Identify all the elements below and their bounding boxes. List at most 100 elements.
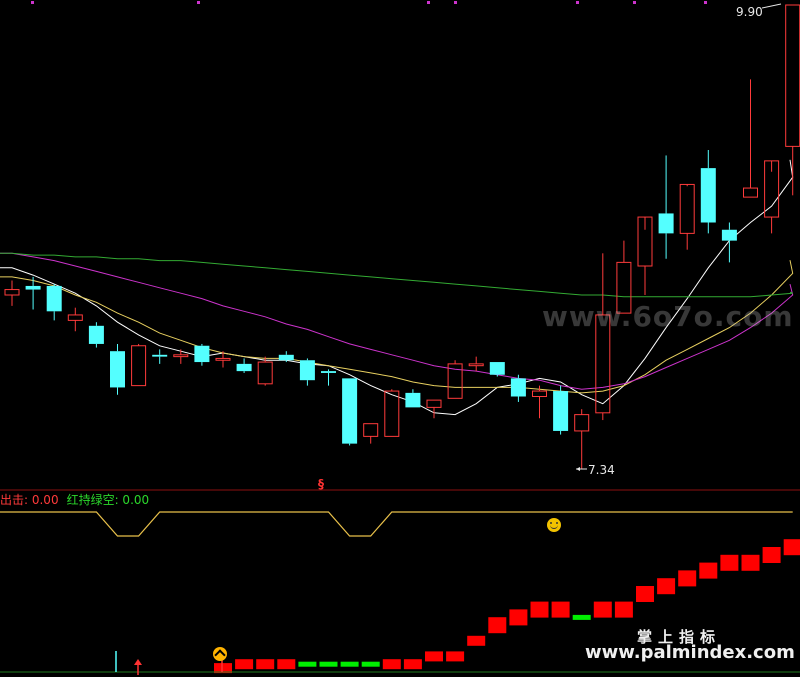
high-price-label: 9.90 [736, 5, 763, 19]
indicator-bar-18 [382, 659, 401, 670]
candle-body [405, 392, 421, 408]
candle-body [194, 345, 210, 363]
indicator-bar-29 [614, 601, 633, 618]
indicator-bar-14 [298, 661, 317, 667]
candle-body [67, 314, 83, 321]
candle-36 [764, 160, 780, 234]
candle-21 [447, 360, 463, 399]
indicator-bar-23 [488, 617, 507, 634]
candle-body [278, 354, 294, 361]
candle-body [363, 423, 379, 437]
watermark-site: www.palmindex.com [585, 642, 795, 663]
candle-15 [321, 369, 336, 386]
candle-14 [299, 358, 315, 386]
candle-body [257, 361, 273, 385]
candle-31 [658, 155, 674, 259]
candle-body [342, 378, 358, 444]
candle-body [384, 390, 400, 437]
indicator-bar-15 [319, 661, 338, 667]
top-marker-6 [704, 1, 707, 4]
top-marker-2 [427, 1, 430, 4]
ma-line-MA60 [0, 252, 793, 298]
legend-attack: 出击: 0.00 [0, 493, 59, 507]
candle-12 [257, 356, 273, 386]
indicator-bar-28 [593, 601, 612, 618]
candle-4 [88, 322, 104, 348]
candle-16 [342, 378, 358, 446]
smiley-icon [547, 518, 561, 532]
candle-9 [194, 343, 210, 366]
indicator-bar-36 [762, 547, 781, 563]
candle-8 [173, 349, 189, 364]
indicator-bar-19 [403, 659, 422, 670]
candle-body [553, 391, 569, 431]
candle-30 [637, 216, 653, 295]
stock-chart [0, 1, 800, 675]
indicator-bar-13 [277, 659, 296, 670]
candle-25 [532, 385, 547, 419]
candle-body [679, 183, 695, 234]
indicator-bar-31 [657, 578, 676, 595]
top-marker-0 [31, 1, 34, 4]
top-marker-3 [454, 1, 457, 4]
candle-body [110, 351, 125, 388]
sell-signal-icon: § [318, 477, 324, 491]
low-price-label: 7.34 [588, 463, 615, 477]
candle-22 [468, 356, 484, 372]
indicator-bar-32 [678, 570, 697, 587]
candle-5 [110, 343, 125, 395]
indicator-bar-11 [235, 659, 254, 670]
indicator-bar-37 [783, 539, 800, 556]
indicator-bar-34 [720, 554, 739, 571]
candle-20 [426, 399, 442, 419]
top-marker-4 [576, 1, 579, 4]
candle-body [489, 362, 505, 375]
indicator-bar-16 [340, 661, 359, 667]
candle-body [426, 399, 442, 408]
candle-24 [510, 374, 526, 402]
candle-body [25, 285, 41, 290]
candle-0 [4, 280, 20, 306]
legend-hold: 红持绿空: 0.00 [66, 493, 150, 507]
candle-body [173, 354, 189, 358]
candle-26 [553, 385, 569, 435]
candle-body [4, 289, 20, 296]
indicator-bar-21 [446, 651, 465, 662]
buy-arrow-icon [134, 659, 142, 675]
watermark-site-stylized: www.6o7o.com [542, 300, 794, 333]
candle-17 [363, 423, 379, 444]
candle-body [700, 168, 716, 223]
candle-body [532, 390, 547, 397]
indicator-bar-20 [425, 651, 443, 662]
candle-body [468, 363, 484, 367]
candle-body [46, 285, 62, 312]
indicator-bar-25 [530, 601, 549, 618]
candle-11 [236, 358, 252, 373]
candle-body [785, 4, 800, 147]
candle-37 [785, 4, 800, 196]
indicator-bar-33 [699, 562, 718, 579]
indicator-legend: 出击: 0.00 红持绿空: 0.00 [0, 491, 149, 508]
indicator-bar-12 [256, 659, 275, 670]
candle-body [510, 378, 526, 397]
candle-35 [743, 79, 758, 198]
candle-19 [405, 389, 421, 408]
indicator-bar-24 [509, 609, 528, 626]
top-marker-1 [197, 1, 200, 4]
indicator-bar-22 [467, 635, 486, 646]
indicator-bar-17 [361, 661, 380, 667]
candle-body [236, 363, 252, 372]
candle-body [88, 325, 104, 344]
indicator-bar-26 [551, 601, 570, 618]
candle-3 [67, 307, 83, 332]
candle-7 [152, 349, 168, 364]
indicator-bar-35 [741, 554, 760, 571]
candle-23 [489, 362, 505, 377]
candle-body [215, 357, 231, 361]
candle-34 [721, 222, 737, 263]
candle-32 [679, 183, 695, 250]
candle-27 [574, 409, 590, 469]
signal-line-panel [0, 511, 793, 537]
candle-28 [595, 253, 611, 421]
candle-body [658, 213, 674, 234]
